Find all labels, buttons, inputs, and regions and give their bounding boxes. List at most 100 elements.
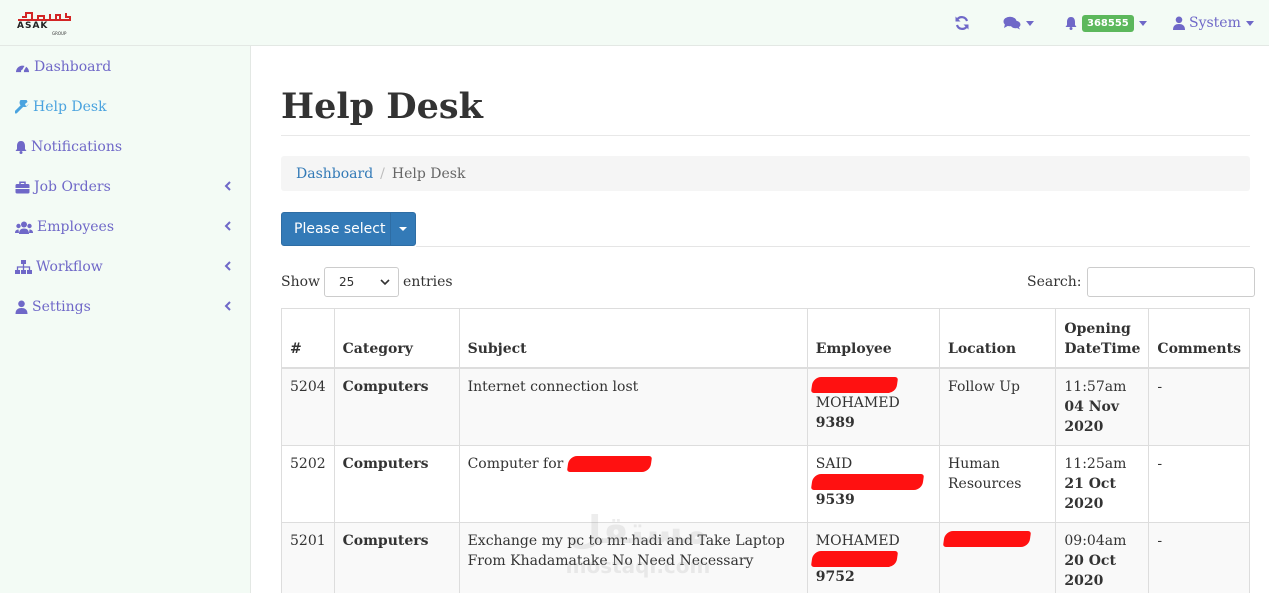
table-length-control: Show 25 entries [281, 267, 453, 297]
chevron-left-icon [224, 261, 231, 271]
cell-category: Computers [333, 521, 460, 593]
logo-sub: GROUP [52, 31, 67, 36]
cell-category: Computers [333, 444, 460, 523]
user-icon [1173, 16, 1185, 30]
column-header-location[interactable]: Location [938, 308, 1057, 369]
breadcrumb: Dashboard / Help Desk [281, 156, 1250, 191]
sidebar-item-label: Employees [37, 219, 115, 235]
employee-number: 9389 [815, 414, 855, 431]
briefcase-icon [15, 180, 30, 193]
search-label: Search: [1027, 274, 1082, 290]
cell-opening-datetime: 11:25am 21 Oct 2020 [1055, 444, 1150, 523]
sidebar-item-label: Workflow [36, 259, 103, 275]
table-search: Search: [1027, 267, 1255, 297]
notifications-dropdown[interactable]: 368555 [1065, 0, 1147, 46]
column-header-opening-datetime[interactable]: Opening DateTime [1055, 308, 1150, 369]
sidebar-item-employees[interactable]: Employees [15, 216, 239, 238]
dashboard-icon [16, 64, 29, 73]
table-row[interactable]: 5202 Computers Computer for SAID 9539 Hu… [281, 444, 1250, 523]
cell-subject: Exchange my pc to mr hadi and Take Lapto… [458, 521, 808, 593]
opening-date: 20 Oct 2020 [1064, 552, 1116, 589]
employee-number: 9752 [815, 568, 855, 585]
cell-id: 5201 [281, 521, 335, 593]
caret-down-icon [399, 227, 408, 231]
chevron-left-icon [224, 301, 231, 311]
sidebar: Dashboard Help Desk Notifications Job Or… [0, 46, 251, 593]
sidebar-item-settings[interactable]: Settings [15, 296, 239, 318]
cell-opening-datetime: 09:04am 20 Oct 2020 [1055, 521, 1150, 593]
top-navbar: ASAK GROUP 368555 System [0, 0, 1269, 46]
employee-name: MOHAMED [815, 532, 900, 549]
cell-subject: Computer for [458, 444, 808, 523]
column-header-comments[interactable]: Comments [1148, 308, 1250, 369]
redaction-mark [810, 376, 898, 393]
column-header-employee[interactable]: Employee [806, 308, 941, 369]
user-name: System [1189, 15, 1241, 31]
sidebar-item-workflow[interactable]: Workflow [15, 256, 239, 278]
sidebar-item-help-desk[interactable]: Help Desk [15, 96, 239, 118]
redaction-mark [810, 473, 924, 490]
opening-time: 09:04am [1064, 532, 1127, 549]
table-row[interactable]: 5204 Computers Internet connection lost … [281, 367, 1250, 446]
chevron-left-icon [224, 181, 231, 191]
cell-comments: - [1148, 367, 1250, 446]
dropdown-toggle[interactable] [390, 213, 415, 245]
breadcrumb-link-dashboard[interactable]: Dashboard [296, 166, 373, 182]
logo-latin: ASAK [17, 21, 49, 31]
users-icon [15, 221, 33, 234]
please-select-dropdown[interactable]: Please select [281, 212, 416, 246]
logo-arabic-mark [18, 12, 71, 21]
sidebar-item-job-orders[interactable]: Job Orders [15, 176, 239, 198]
page-title: Help Desk [281, 86, 483, 127]
sidebar-item-notifications[interactable]: Notifications [15, 136, 239, 158]
show-label: Show [281, 274, 321, 290]
messages-dropdown[interactable] [1003, 0, 1034, 46]
cell-category: Computers [333, 367, 460, 446]
table-row[interactable]: 5201 Computers Exchange my pc to mr hadi… [281, 521, 1250, 593]
sidebar-item-label: Help Desk [33, 99, 107, 115]
cell-subject: Internet connection lost [458, 367, 808, 446]
breadcrumb-current: Help Desk [391, 165, 466, 182]
entries-label: entries [403, 274, 453, 290]
employee-number: 9539 [815, 491, 855, 508]
cell-id: 5204 [281, 367, 335, 446]
helpdesk-table: # Category Subject Employee Location Ope… [281, 308, 1250, 593]
table-header-row: # Category Subject Employee Location Ope… [281, 308, 1250, 369]
sidebar-item-label: Settings [32, 299, 91, 315]
cell-location [938, 521, 1057, 593]
employee-name: MOHAMED [815, 394, 900, 411]
cell-comments: - [1148, 521, 1250, 593]
user-icon [15, 300, 28, 314]
sidebar-item-label: Job Orders [34, 179, 111, 195]
chevron-down-icon [380, 279, 390, 286]
column-header-id[interactable]: # [281, 308, 335, 369]
breadcrumb-separator: / [380, 165, 385, 182]
cell-employee: SAID 9539 [806, 444, 941, 523]
cell-employee: MOHAMED 9752 [806, 521, 941, 593]
sidebar-item-label: Notifications [31, 139, 123, 155]
toolbar-divider [416, 246, 1250, 247]
redaction-mark [810, 550, 898, 567]
cell-id: 5202 [281, 444, 335, 523]
column-header-category[interactable]: Category [333, 308, 460, 369]
sitemap-icon [15, 260, 32, 274]
search-input[interactable] [1086, 267, 1255, 297]
chevron-down-icon [1245, 20, 1254, 26]
employee-name: SAID [815, 455, 853, 472]
entries-select[interactable]: 25 [324, 267, 400, 297]
notification-count-badge: 368555 [1082, 14, 1134, 32]
bell-icon [15, 141, 27, 154]
opening-time: 11:57am [1064, 378, 1127, 395]
refresh-icon [955, 16, 969, 30]
comments-icon [1003, 16, 1021, 30]
user-menu[interactable]: System [1173, 0, 1254, 46]
title-divider [281, 135, 1250, 136]
refresh-button[interactable] [954, 0, 970, 46]
chevron-down-icon [1138, 20, 1147, 26]
wrench-icon [15, 100, 29, 114]
opening-time: 11:25am [1064, 455, 1127, 472]
company-logo[interactable]: ASAK GROUP [16, 11, 74, 37]
opening-date: 21 Oct 2020 [1064, 475, 1116, 512]
sidebar-item-dashboard[interactable]: Dashboard [15, 56, 239, 78]
column-header-subject[interactable]: Subject [458, 308, 808, 369]
